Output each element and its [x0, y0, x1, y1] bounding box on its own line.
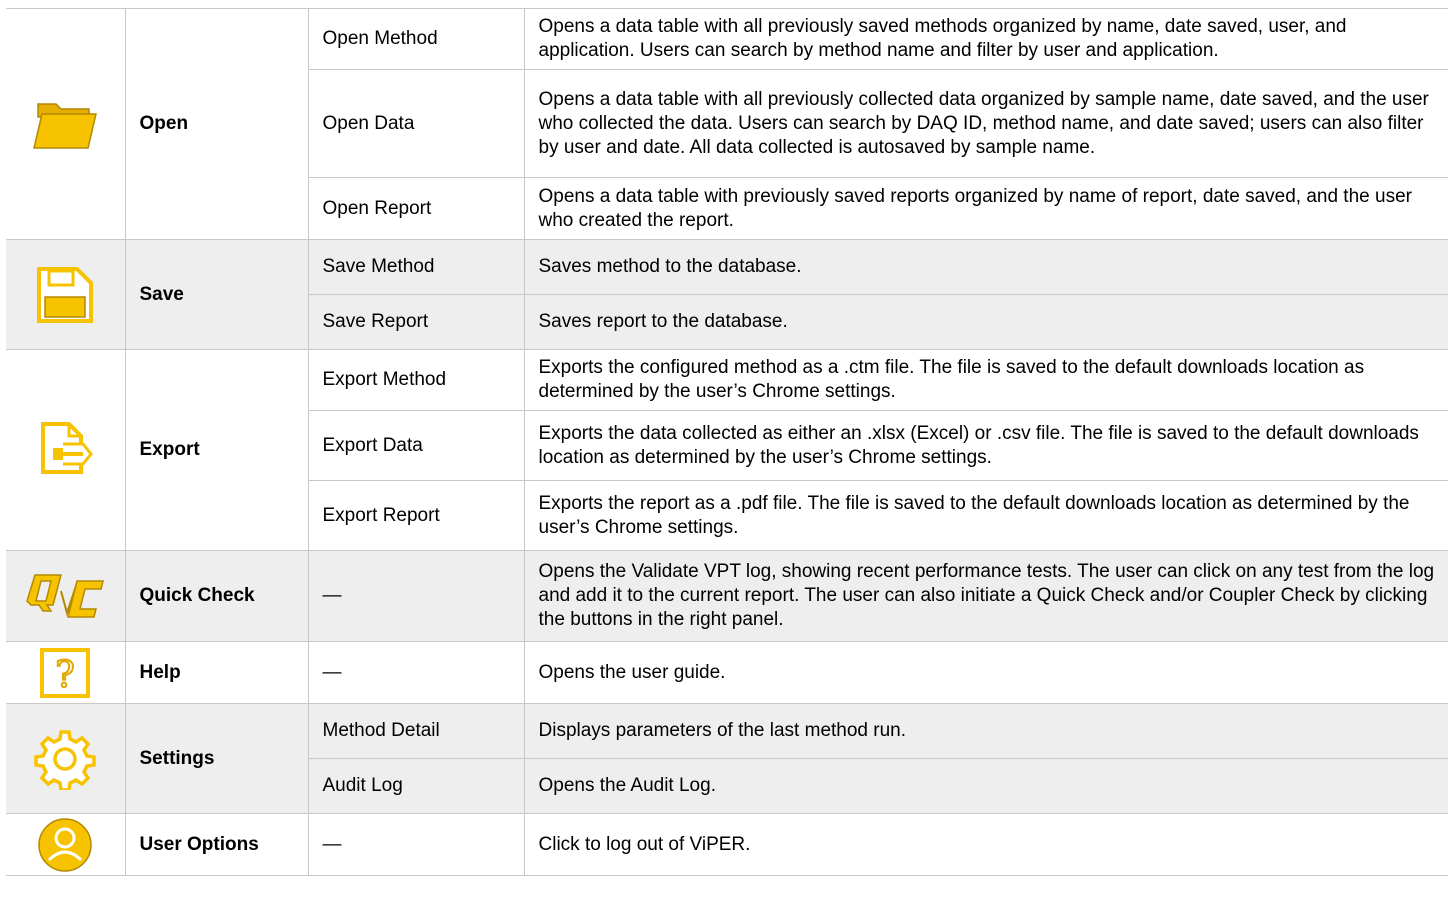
- open-icon-cell: [6, 8, 126, 240]
- description: Exports the report as a .pdf file. The f…: [524, 480, 1448, 551]
- export-icon: [41, 422, 94, 474]
- table-row: Settings Method Detail Displays paramete…: [6, 703, 1448, 814]
- help-icon-cell: ?: [6, 641, 126, 704]
- sub-item-audit-log: Audit Log: [308, 758, 525, 814]
- row-name-save: Save: [125, 239, 309, 350]
- row-name-open: Open: [125, 8, 309, 240]
- description: Opens the Validate VPT log, showing rece…: [524, 550, 1448, 642]
- sub-item-open-data: Open Data: [308, 69, 525, 178]
- table-row: ? Help — Opens the user guide.: [6, 641, 1448, 704]
- description: Displays parameters of the last method r…: [524, 703, 1448, 759]
- sub-item-help: —: [308, 641, 525, 704]
- table-row: User Options — Click to log out of ViPER…: [6, 813, 1448, 876]
- description: Saves report to the database.: [524, 294, 1448, 350]
- row-name-quick-check: Quick Check: [125, 550, 309, 642]
- description: Opens the Audit Log.: [524, 758, 1448, 814]
- sub-item-export-method: Export Method: [308, 349, 525, 411]
- description: Exports the configured method as a .ctm …: [524, 349, 1448, 411]
- sub-item-user-options: —: [308, 813, 525, 876]
- svg-text:?: ?: [56, 655, 75, 696]
- folder-icon: [33, 103, 98, 149]
- menu-function-table: Open Open Method Opens a data table with…: [6, 8, 1448, 876]
- save-icon: [37, 266, 94, 323]
- table-row: Quick Check — Opens the Validate VPT log…: [6, 550, 1448, 642]
- table-row: Save Save Method Saves method to the dat…: [6, 239, 1448, 350]
- quick-check-icon: [26, 574, 105, 618]
- description: Click to log out of ViPER.: [524, 813, 1448, 876]
- description: Opens a data table with all previously c…: [524, 69, 1448, 178]
- sub-item-quick-check: —: [308, 550, 525, 642]
- save-icon-cell: [6, 239, 126, 350]
- table-row: Export Export Method Exports the configu…: [6, 349, 1448, 551]
- row-name-settings: Settings: [125, 703, 309, 814]
- description: Saves method to the database.: [524, 239, 1448, 295]
- toolbar-reference-table: Open Open Method Opens a data table with…: [0, 0, 1453, 909]
- description: Opens a data table with all previously s…: [524, 8, 1448, 70]
- sub-item-export-report: Export Report: [308, 480, 525, 551]
- export-icon-cell: [6, 349, 126, 551]
- sub-item-export-data: Export Data: [308, 410, 525, 481]
- description: Opens the user guide.: [524, 641, 1448, 704]
- row-name-help: Help: [125, 641, 309, 704]
- sub-item-open-method: Open Method: [308, 8, 525, 70]
- row-name-export: Export: [125, 349, 309, 551]
- quick-check-icon-cell: [6, 550, 126, 642]
- sub-item-method-detail: Method Detail: [308, 703, 525, 759]
- sub-item-open-report: Open Report: [308, 177, 525, 240]
- help-icon: ?: [40, 647, 91, 698]
- table-row: Open Open Method Opens a data table with…: [6, 8, 1448, 240]
- row-name-user-options: User Options: [125, 813, 309, 876]
- description: Exports the data collected as either an …: [524, 410, 1448, 481]
- sub-item-save-method: Save Method: [308, 239, 525, 295]
- description: Opens a data table with previously saved…: [524, 177, 1448, 240]
- user-icon-cell: [6, 813, 126, 876]
- user-icon: [38, 817, 92, 872]
- gear-icon: [34, 729, 96, 790]
- sub-item-save-report: Save Report: [308, 294, 525, 350]
- settings-icon-cell: [6, 703, 126, 814]
